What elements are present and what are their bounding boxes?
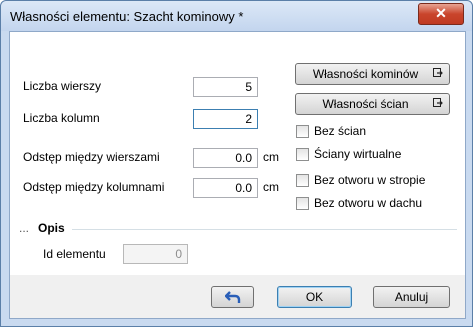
row-spacing-label: Odstęp między wierszami xyxy=(23,150,160,164)
checkbox-no-ceiling-opening[interactable] xyxy=(296,174,309,187)
undo-button[interactable] xyxy=(211,286,254,308)
dialog-footer: OK Anuluj xyxy=(9,275,466,319)
section-prefix: ... xyxy=(19,221,30,235)
checkbox-no-ceiling-opening-label: Bez otworu w stropie xyxy=(314,173,426,187)
checkbox-no-walls[interactable] xyxy=(296,125,309,138)
row-spacing-unit: cm xyxy=(263,150,279,164)
close-button[interactable]: ✕ xyxy=(418,3,464,25)
checkbox-no-walls-label: Bez ścian xyxy=(314,124,367,138)
section-title: Opis xyxy=(38,221,65,235)
section-divider xyxy=(72,229,457,230)
popout-icon xyxy=(433,98,443,107)
cols-input[interactable]: 2 xyxy=(193,109,258,129)
cols-label: Liczba kolumn xyxy=(23,111,100,125)
undo-icon xyxy=(224,291,240,303)
dialog-body: Liczba wierszy 5 Liczba kolumn 2 Odstęp … xyxy=(9,31,466,276)
id-label: Id elementu xyxy=(43,247,106,261)
col-spacing-label: Odstęp między kolumnami xyxy=(23,180,165,194)
rows-input[interactable]: 5 xyxy=(193,77,258,97)
col-spacing-input[interactable]: 0.0 xyxy=(193,178,258,198)
wall-props-button[interactable]: Własności ścian xyxy=(295,93,450,115)
row-spacing-input[interactable]: 0.0 xyxy=(193,148,258,168)
checkbox-virtual-walls-label: Ściany wirtualne xyxy=(314,147,402,161)
checkbox-no-roof-opening[interactable] xyxy=(296,197,309,210)
checkbox-no-roof-opening-label: Bez otworu w dachu xyxy=(314,196,423,210)
checkbox-virtual-walls[interactable] xyxy=(296,148,309,161)
window-title: Własności elementu: Szacht kominowy * xyxy=(10,9,244,24)
cancel-button[interactable]: Anuluj xyxy=(373,286,450,308)
popout-icon xyxy=(433,68,443,77)
ok-button[interactable]: OK xyxy=(277,286,352,308)
close-icon: ✕ xyxy=(435,5,447,21)
chimney-props-button[interactable]: Własności kominów xyxy=(295,63,450,85)
id-input: 0 xyxy=(123,244,188,264)
col-spacing-unit: cm xyxy=(263,180,279,194)
wall-props-label: Własności ścian xyxy=(322,97,409,111)
rows-label: Liczba wierszy xyxy=(23,79,102,93)
title-bar[interactable]: Własności elementu: Szacht kominowy * ✕ xyxy=(1,1,472,31)
chimney-props-label: Własności kominów xyxy=(312,67,419,81)
dialog-window: Własności elementu: Szacht kominowy * ✕ … xyxy=(0,0,473,327)
